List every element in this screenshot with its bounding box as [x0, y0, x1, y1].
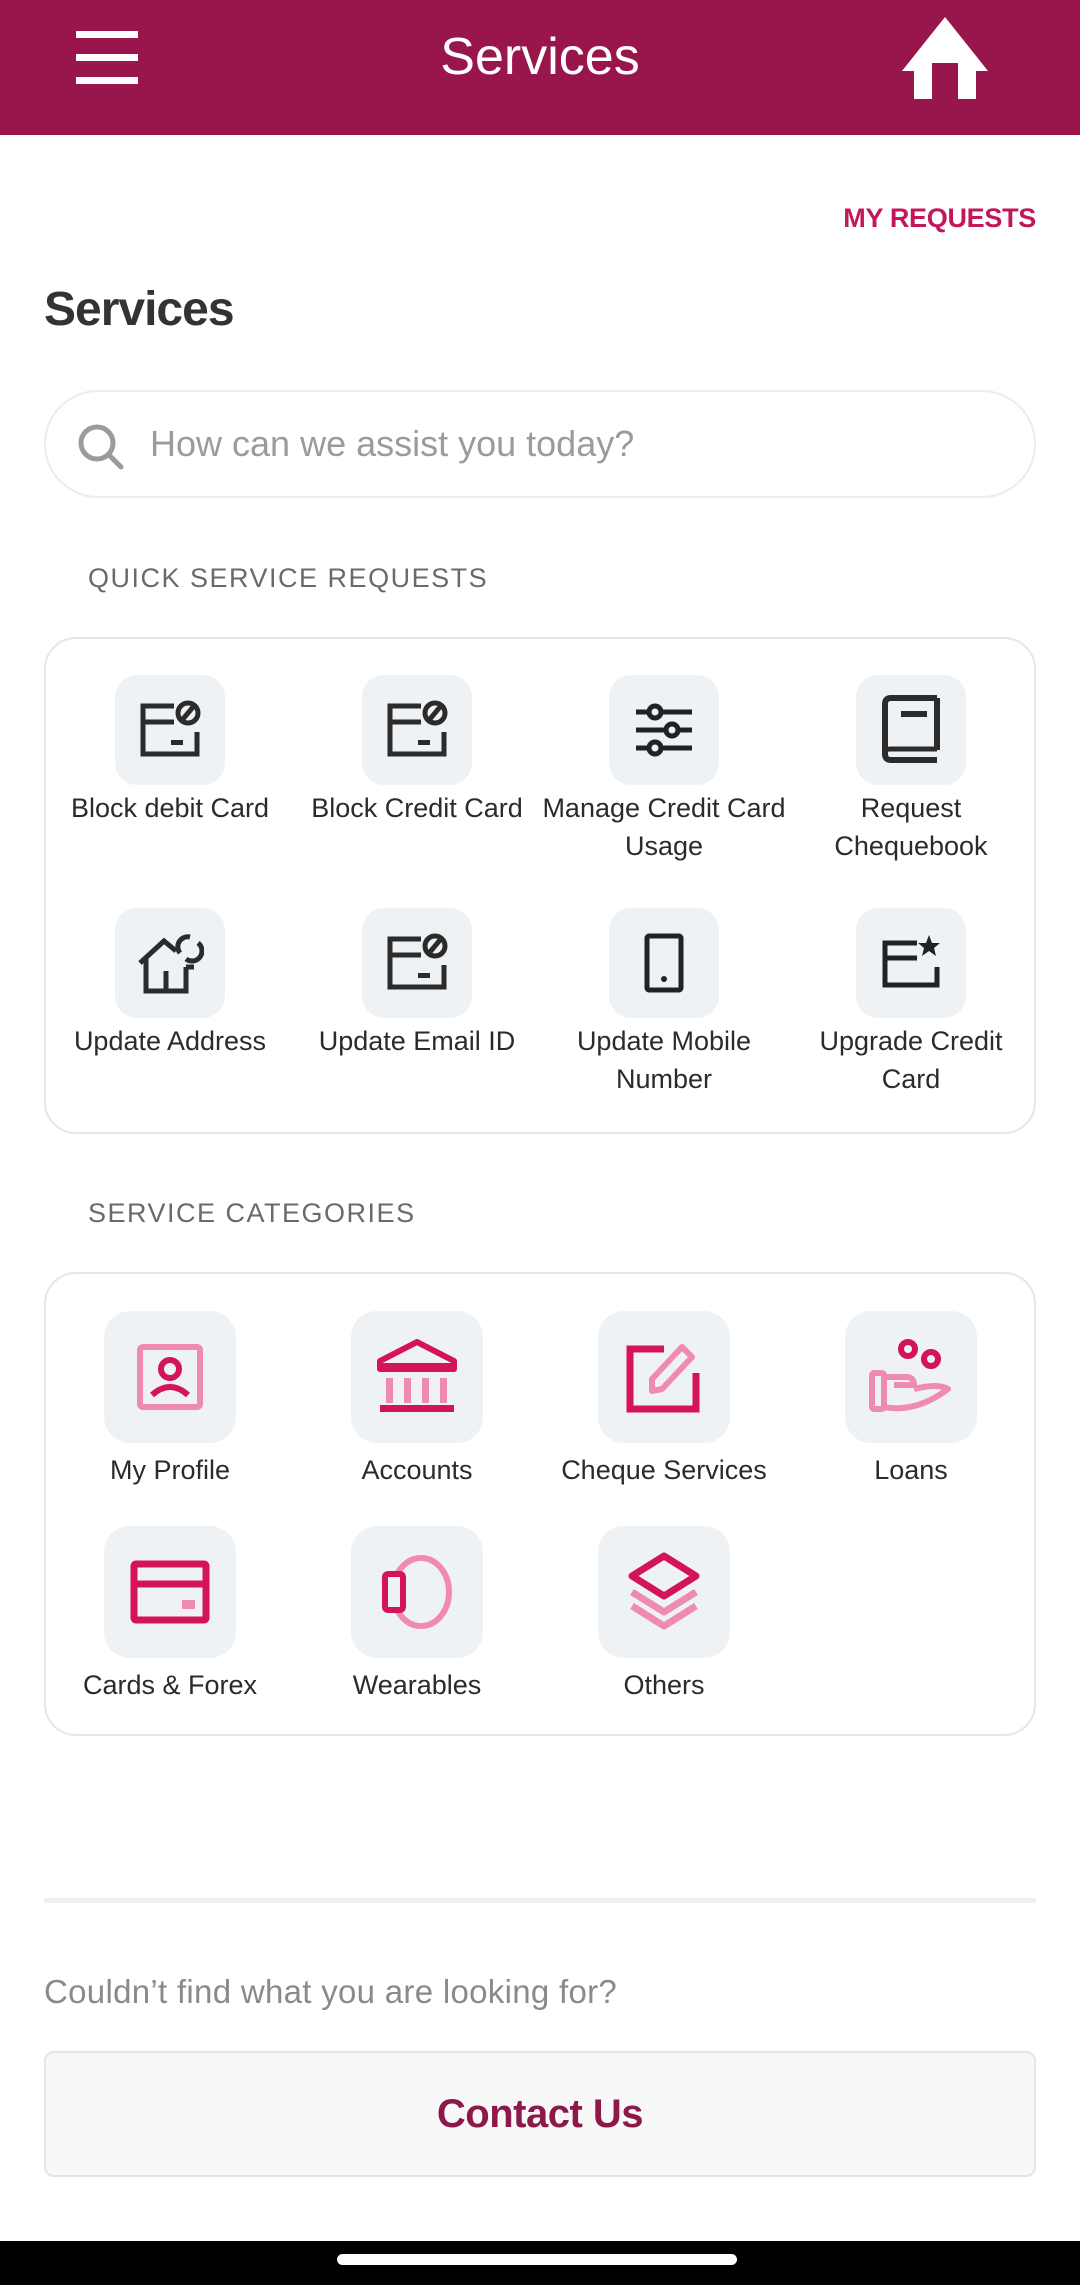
hand-coins-icon: [869, 1339, 951, 1412]
category-accounts[interactable]: Accounts: [293, 1311, 541, 1489]
card-block-icon: [387, 700, 448, 757]
icon-tile: [115, 675, 225, 785]
bank-icon: [377, 1339, 457, 1412]
icon-tile: [598, 1311, 730, 1443]
search-input[interactable]: [150, 414, 1010, 474]
category-cards-forex[interactable]: Cards & Forex: [46, 1526, 294, 1704]
home-refresh-icon: [138, 934, 204, 994]
quick-service-block-debit-card[interactable]: Block debit Card: [46, 675, 294, 827]
page-title: Services: [44, 283, 235, 336]
quick-service-update-mobile-number[interactable]: Update Mobile Number: [540, 908, 788, 1098]
tile-label: My Profile: [109, 1455, 231, 1485]
tile-label: Cheque Services: [561, 1455, 767, 1485]
category-my-profile[interactable]: My Profile: [46, 1311, 294, 1489]
quick-service-request-chequebook[interactable]: Request Chequebook: [787, 675, 1035, 865]
category-loans[interactable]: Loans: [787, 1311, 1035, 1489]
sliders-icon: [636, 703, 692, 757]
quick-service-upgrade-credit-card[interactable]: Upgrade Credit Card: [787, 908, 1035, 1098]
icon-tile: [362, 908, 472, 1018]
tile-label: Block debit Card: [70, 793, 270, 823]
tile-label: Accounts: [361, 1455, 473, 1485]
tile-label: Others: [623, 1670, 705, 1700]
quick-service-manage-credit-card-usage[interactable]: Manage Credit Card Usage: [540, 675, 788, 865]
tile-label: Loans: [874, 1455, 948, 1485]
contact-us-button[interactable]: Contact Us: [44, 2051, 1036, 2177]
quick-service-update-email-id[interactable]: Update Email ID: [293, 908, 541, 1060]
service-categories-card: My Profile Accounts Cheque Services Loan…: [44, 1272, 1036, 1736]
book-icon: [882, 695, 940, 763]
home-indicator[interactable]: [337, 2254, 737, 2265]
category-cheque-services[interactable]: Cheque Services: [540, 1311, 788, 1489]
icon-tile: [351, 1311, 483, 1443]
wearable-ring-icon: [382, 1555, 452, 1629]
category-others[interactable]: Others: [540, 1526, 788, 1704]
not-found-prompt: Couldn’t find what you are looking for?: [44, 1973, 618, 2010]
icon-tile: [856, 675, 966, 785]
category-wearables[interactable]: Wearables: [293, 1526, 541, 1704]
quick-service-block-credit-card[interactable]: Block Credit Card: [293, 675, 541, 827]
tile-label: Upgrade Credit Card: [819, 1026, 1003, 1094]
icon-tile: [598, 1526, 730, 1658]
icon-tile: [362, 675, 472, 785]
icon-tile: [609, 908, 719, 1018]
tile-label: Request Chequebook: [834, 793, 988, 861]
card-star-icon: [882, 935, 940, 988]
icon-tile: [856, 908, 966, 1018]
system-navigation-bar: [0, 2241, 1080, 2285]
card-block-icon: [387, 933, 448, 990]
search-bar[interactable]: [44, 390, 1036, 498]
edit-icon: [626, 1344, 700, 1413]
icon-tile: [351, 1526, 483, 1658]
quick-service-heading: QUICK SERVICE REQUESTS: [88, 563, 489, 593]
icon-tile: [609, 675, 719, 785]
card-block-icon: [140, 700, 201, 757]
quick-service-card: Block debit Card Block Credit Card Manag…: [44, 637, 1036, 1134]
search-icon: [78, 424, 124, 470]
icon-tile: [104, 1526, 236, 1658]
icon-tile: [845, 1311, 977, 1443]
app-header: Services: [0, 0, 1080, 135]
my-requests-link[interactable]: MY REQUESTS: [843, 203, 1036, 234]
divider: [44, 1898, 1036, 1903]
tile-label: Cards & Forex: [82, 1670, 258, 1700]
tile-label: Block Credit Card: [311, 793, 523, 823]
profile-icon: [137, 1344, 203, 1410]
tile-label: Wearables: [352, 1670, 482, 1700]
icon-tile: [104, 1311, 236, 1443]
credit-card-icon: [130, 1560, 210, 1624]
tile-label: Update Address: [73, 1026, 267, 1056]
mobile-phone-icon: [644, 933, 684, 993]
tile-label: Update Email ID: [318, 1026, 516, 1056]
quick-service-update-address[interactable]: Update Address: [46, 908, 294, 1060]
tile-label: Update Mobile Number: [576, 1026, 752, 1094]
layers-icon: [628, 1552, 700, 1630]
icon-tile: [115, 908, 225, 1018]
tile-label: Manage Credit Card Usage: [542, 793, 786, 861]
home-icon[interactable]: [900, 15, 990, 100]
service-categories-heading: SERVICE CATEGORIES: [88, 1198, 416, 1228]
